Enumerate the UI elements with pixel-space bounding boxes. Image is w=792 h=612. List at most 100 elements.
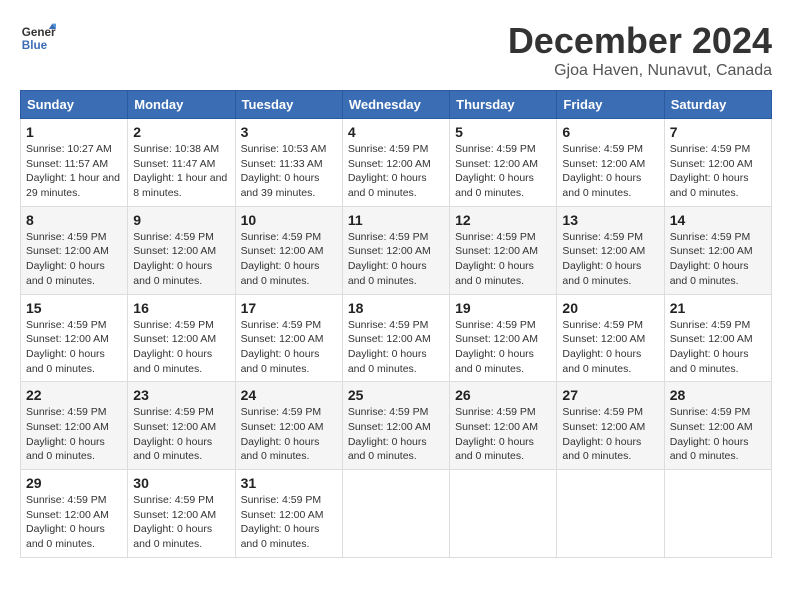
- calendar-cell: [450, 470, 557, 558]
- weekday-header-thursday: Thursday: [450, 91, 557, 119]
- weekday-header-saturday: Saturday: [664, 91, 771, 119]
- day-number: 27: [562, 387, 658, 403]
- day-number: 6: [562, 124, 658, 140]
- calendar-cell: 29Sunrise: 4:59 PMSunset: 12:00 AMDaylig…: [21, 470, 128, 558]
- day-number: 11: [348, 212, 444, 228]
- calendar-cell: 11 Sunrise: 4:59 PMSunset: 12:00 AMDaylig…: [342, 206, 449, 294]
- day-info: Sunrise: 4:59 PMSunset: 12:00 AMDaylight…: [133, 230, 229, 289]
- day-number: 21: [670, 300, 766, 316]
- day-info: Sunrise: 4:59 PMSunset: 12:00 AMDaylight…: [133, 318, 229, 377]
- day-info: Sunrise: 4:59 PMSunset: 12:00 AMDaylight…: [133, 405, 229, 464]
- calendar-cell: 19Sunrise: 4:59 PMSunset: 12:00 AMDaylig…: [450, 294, 557, 382]
- calendar-cell: 15 Sunrise: 4:59 PMSunset: 12:00 AMDaylig…: [21, 294, 128, 382]
- calendar-cell: [557, 470, 664, 558]
- weekday-header-sunday: Sunday: [21, 91, 128, 119]
- calendar-cell: 7Sunrise: 4:59 PMSunset: 12:00 AMDayligh…: [664, 119, 771, 207]
- day-number: 25: [348, 387, 444, 403]
- day-info: Sunrise: 4:59 PMSunset: 12:00 AMDaylight…: [241, 493, 337, 552]
- calendar-cell: 8Sunrise: 4:59 PMSunset: 12:00 AMDayligh…: [21, 206, 128, 294]
- calendar-cell: 17 Sunrise: 4:59 PMSunset: 12:00 AMDaylig…: [235, 294, 342, 382]
- day-number: 8: [26, 212, 122, 228]
- weekday-header-friday: Friday: [557, 91, 664, 119]
- calendar-week-3: 15 Sunrise: 4:59 PMSunset: 12:00 AMDaylig…: [21, 294, 772, 382]
- calendar-cell: 2Sunrise: 10:38 AMSunset: 11:47 AMDaylig…: [128, 119, 235, 207]
- day-info: Sunrise: 4:59 PMSunset: 12:00 AMDaylight…: [670, 230, 766, 289]
- day-info: Sunrise: 4:59 PMSunset: 12:00 AMDaylight…: [562, 142, 658, 201]
- calendar-cell: 23 Sunrise: 4:59 PMSunset: 12:00 AMDaylig…: [128, 382, 235, 470]
- day-info: Sunrise: 4:59 PMSunset: 12:00 AMDaylight…: [455, 142, 551, 201]
- day-info: Sunrise: 4:59 PMSunset: 12:00 AMDaylight…: [670, 318, 766, 377]
- weekday-header-row: SundayMondayTuesdayWednesdayThursdayFrid…: [21, 91, 772, 119]
- calendar-cell: 4 Sunrise: 4:59 PMSunset: 12:00 AMDayligh…: [342, 119, 449, 207]
- weekday-header-tuesday: Tuesday: [235, 91, 342, 119]
- day-number: 16: [133, 300, 229, 316]
- calendar-cell: 6 Sunrise: 4:59 PMSunset: 12:00 AMDayligh…: [557, 119, 664, 207]
- day-number: 1: [26, 124, 122, 140]
- calendar-cell: 30 Sunrise: 4:59 PMSunset: 12:00 AMDaylig…: [128, 470, 235, 558]
- day-info: Sunrise: 4:59 PMSunset: 12:00 AMDaylight…: [562, 405, 658, 464]
- day-number: 31: [241, 475, 337, 491]
- day-info: Sunrise: 4:59 PMSunset: 12:00 AMDaylight…: [562, 230, 658, 289]
- day-number: 14: [670, 212, 766, 228]
- calendar-cell: 1 Sunrise: 10:27 AMSunset: 11:57 AMDaylig…: [21, 119, 128, 207]
- day-info: Sunrise: 4:59 PMSunset: 12:00 AMDaylight…: [241, 318, 337, 377]
- calendar-cell: 25 Sunrise: 4:59 PMSunset: 12:00 AMDaylig…: [342, 382, 449, 470]
- month-title: December 2024: [508, 20, 772, 62]
- day-info: Sunrise: 4:59 PMSunset: 12:00 AMDaylight…: [348, 318, 444, 377]
- day-number: 13: [562, 212, 658, 228]
- day-number: 26: [455, 387, 551, 403]
- day-info: Sunrise: 4:59 PMSunset: 12:00 AMDaylight…: [562, 318, 658, 377]
- day-number: 22: [26, 387, 122, 403]
- day-info: Sunrise: 4:59 PMSunset: 12:00 AMDaylight…: [26, 493, 122, 552]
- header: General Blue December 2024 Gjoa Haven, N…: [20, 20, 772, 80]
- calendar-week-1: 1 Sunrise: 10:27 AMSunset: 11:57 AMDaylig…: [21, 119, 772, 207]
- day-number: 18: [348, 300, 444, 316]
- calendar-cell: 14 Sunrise: 4:59 PMSunset: 12:00 AMDaylig…: [664, 206, 771, 294]
- calendar-cell: 31 Sunrise: 4:59 PMSunset: 12:00 AMDaylig…: [235, 470, 342, 558]
- day-info: Sunrise: 4:59 PMSunset: 12:00 AMDaylight…: [348, 142, 444, 201]
- calendar-table: SundayMondayTuesdayWednesdayThursdayFrid…: [20, 90, 772, 558]
- calendar-cell: 20Sunrise: 4:59 PMSunset: 12:00 AMDaylig…: [557, 294, 664, 382]
- calendar-cell: 22 Sunrise: 4:59 PMSunset: 12:00 AMDaylig…: [21, 382, 128, 470]
- weekday-header-monday: Monday: [128, 91, 235, 119]
- day-number: 17: [241, 300, 337, 316]
- day-info: Sunrise: 4:59 PMSunset: 12:00 AMDaylight…: [26, 318, 122, 377]
- day-number: 9: [133, 212, 229, 228]
- calendar-week-4: 22 Sunrise: 4:59 PMSunset: 12:00 AMDaylig…: [21, 382, 772, 470]
- title-section: December 2024 Gjoa Haven, Nunavut, Canad…: [508, 20, 772, 80]
- calendar-cell: [664, 470, 771, 558]
- day-info: Sunrise: 10:27 AMSunset: 11:57 AMDayligh…: [26, 142, 122, 201]
- day-number: 4: [348, 124, 444, 140]
- calendar-cell: 13 Sunrise: 4:59 PMSunset: 12:00 AMDaylig…: [557, 206, 664, 294]
- day-info: Sunrise: 4:59 PMSunset: 12:00 AMDaylight…: [670, 405, 766, 464]
- day-info: Sunrise: 4:59 PMSunset: 12:00 AMDaylight…: [670, 142, 766, 201]
- calendar-cell: 12Sunrise: 4:59 PMSunset: 12:00 AMDaylig…: [450, 206, 557, 294]
- day-info: Sunrise: 4:59 PMSunset: 12:00 AMDaylight…: [348, 230, 444, 289]
- logo: General Blue: [20, 20, 56, 56]
- day-info: Sunrise: 4:59 PMSunset: 12:00 AMDaylight…: [26, 405, 122, 464]
- calendar-cell: 5Sunrise: 4:59 PMSunset: 12:00 AMDayligh…: [450, 119, 557, 207]
- calendar-cell: 18 Sunrise: 4:59 PMSunset: 12:00 AMDaylig…: [342, 294, 449, 382]
- day-info: Sunrise: 10:38 AMSunset: 11:47 AMDayligh…: [133, 142, 229, 201]
- page-container: General Blue December 2024 Gjoa Haven, N…: [20, 20, 772, 558]
- day-number: 30: [133, 475, 229, 491]
- calendar-cell: 24Sunrise: 4:59 PMSunset: 12:00 AMDaylig…: [235, 382, 342, 470]
- day-number: 3: [241, 124, 337, 140]
- calendar-cell: 3Sunrise: 10:53 AMSunset: 11:33 AMDaylig…: [235, 119, 342, 207]
- day-info: Sunrise: 4:59 PMSunset: 12:00 AMDaylight…: [133, 493, 229, 552]
- day-info: Sunrise: 4:59 PMSunset: 12:00 AMDaylight…: [455, 230, 551, 289]
- calendar-cell: 27 Sunrise: 4:59 PMSunset: 12:00 AMDaylig…: [557, 382, 664, 470]
- day-info: Sunrise: 4:59 PMSunset: 12:00 AMDaylight…: [348, 405, 444, 464]
- day-number: 15: [26, 300, 122, 316]
- calendar-cell: 21 Sunrise: 4:59 PMSunset: 12:00 AMDaylig…: [664, 294, 771, 382]
- calendar-cell: 10Sunrise: 4:59 PMSunset: 12:00 AMDaylig…: [235, 206, 342, 294]
- calendar-week-2: 8 Sunrise: 4:59 PMSunset: 12:00 AMDayligh…: [21, 206, 772, 294]
- weekday-header-wednesday: Wednesday: [342, 91, 449, 119]
- calendar-cell: [342, 470, 449, 558]
- day-number: 28: [670, 387, 766, 403]
- calendar-cell: 9 Sunrise: 4:59 PMSunset: 12:00 AMDayligh…: [128, 206, 235, 294]
- svg-text:Blue: Blue: [22, 39, 48, 52]
- day-number: 19: [455, 300, 551, 316]
- day-number: 23: [133, 387, 229, 403]
- calendar-cell: 28 Sunrise: 4:59 PMSunset: 12:00 AMDaylig…: [664, 382, 771, 470]
